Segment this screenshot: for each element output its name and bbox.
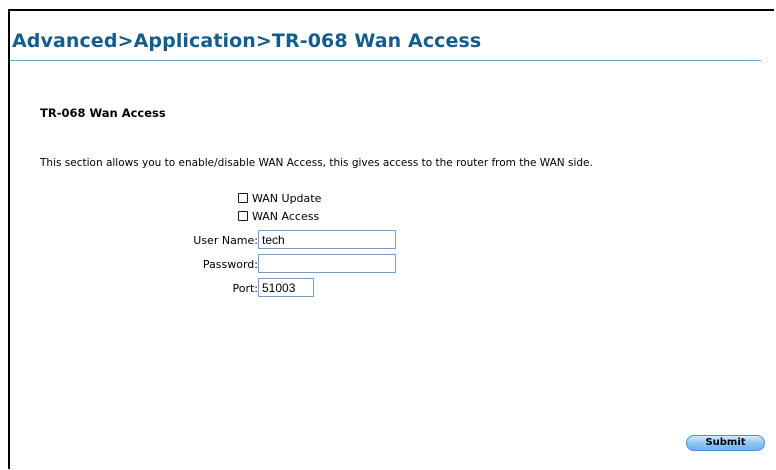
username-label: User Name: <box>193 234 258 247</box>
username-field[interactable] <box>258 230 396 249</box>
section-description: This section allows you to enable/disabl… <box>40 157 593 169</box>
wan-update-checkbox[interactable] <box>238 193 248 203</box>
wan-update-option[interactable]: WAN Update <box>238 190 321 206</box>
password-label: Password: <box>202 258 258 271</box>
port-label: Port: <box>232 282 258 295</box>
title-divider <box>10 60 761 61</box>
password-field[interactable] <box>258 254 396 273</box>
wan-access-option[interactable]: WAN Access <box>238 208 319 224</box>
wan-access-label: WAN Access <box>252 209 320 223</box>
page-title: Advanced>Application>TR-068 Wan Access <box>12 30 482 52</box>
wan-update-label: WAN Update <box>252 191 322 205</box>
port-field[interactable] <box>258 278 314 297</box>
wan-access-checkbox[interactable] <box>238 211 248 221</box>
submit-button[interactable]: Submit <box>686 435 765 451</box>
section-heading: TR-068 Wan Access <box>40 106 166 120</box>
content-frame: Advanced>Application>TR-068 Wan Access T… <box>8 9 774 469</box>
